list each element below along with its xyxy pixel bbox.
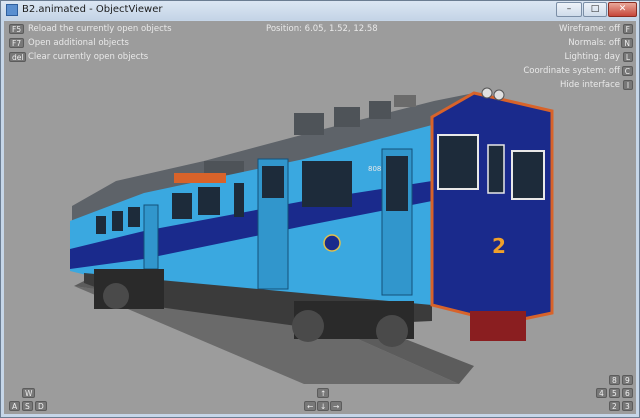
- numpad-2-key[interactable]: 2: [609, 401, 620, 411]
- train-number: 2: [492, 234, 506, 258]
- arrow-right-key[interactable]: →: [330, 401, 343, 411]
- reload-key[interactable]: F5: [9, 24, 25, 34]
- train-window: [112, 211, 123, 231]
- wheel: [103, 283, 129, 309]
- move-forward-key[interactable]: W: [22, 388, 36, 398]
- move-left-key[interactable]: A: [9, 401, 21, 411]
- train-window: [128, 207, 140, 227]
- wireframe-key[interactable]: F: [622, 24, 633, 34]
- wheel: [376, 315, 408, 347]
- train-scene: 2 808: [70, 87, 554, 384]
- move-back-key[interactable]: S: [22, 401, 33, 411]
- maximize-button[interactable]: □: [583, 2, 607, 17]
- train-door-window: [386, 156, 408, 211]
- roof-vent: [204, 161, 244, 175]
- arrow-down-key[interactable]: ↓: [317, 401, 330, 411]
- window-title: B2.animated - ObjectViewer: [22, 4, 163, 15]
- coordinate-system-label: Coordinate system: off: [523, 66, 620, 76]
- train-door: [143, 204, 159, 270]
- train-window: [172, 193, 192, 219]
- clear-objects-key[interactable]: del: [9, 52, 27, 62]
- open-additional-key[interactable]: F7: [9, 38, 25, 48]
- numpad-5-key[interactable]: 5: [609, 388, 620, 398]
- side-accent: [174, 173, 226, 183]
- train-window: [96, 216, 106, 234]
- numpad-9-key[interactable]: 9: [622, 375, 633, 385]
- objectviewer-window: B2.animated - ObjectViewer – □ ✕ 2 808 F…: [0, 0, 640, 418]
- arrow-up-key[interactable]: ↑: [317, 388, 330, 398]
- roof-horn: [394, 95, 416, 107]
- normals-label: Normals: off: [568, 38, 620, 48]
- numpad-4-key[interactable]: 4: [596, 388, 607, 398]
- reload-label: Reload the currently open objects: [28, 24, 172, 34]
- train-window: [198, 187, 220, 215]
- front-windshield: [511, 150, 545, 200]
- move-right-key[interactable]: D: [35, 401, 47, 411]
- wheel: [292, 310, 324, 342]
- wireframe-label: Wireframe: off: [559, 24, 620, 34]
- lighting-label: Lighting: day: [564, 52, 620, 62]
- numpad-6-key[interactable]: 6: [622, 388, 633, 398]
- train-door-window: [262, 166, 284, 198]
- train-side-code: 808: [368, 165, 381, 173]
- 3d-viewport[interactable]: 2 808 F5 Reload the currently open objec…: [4, 21, 636, 414]
- close-button[interactable]: ✕: [608, 2, 637, 17]
- front-door-window: [487, 144, 505, 194]
- arrow-left-key[interactable]: ←: [304, 401, 317, 411]
- hide-interface-key[interactable]: I: [623, 80, 633, 90]
- normals-key[interactable]: N: [621, 38, 633, 48]
- train-front-face: [432, 93, 552, 323]
- front-windshield: [437, 134, 479, 190]
- title-bar[interactable]: B2.animated - ObjectViewer – □ ✕: [1, 1, 639, 20]
- open-additional-label: Open additional objects: [28, 38, 129, 48]
- front-bumper: [470, 311, 526, 341]
- hide-interface-label: Hide interface: [560, 80, 620, 90]
- roof-vent: [369, 101, 391, 119]
- rear-bogie: [94, 269, 164, 309]
- headlight: [481, 87, 493, 99]
- lighting-key[interactable]: L: [622, 52, 633, 62]
- numpad-8-key[interactable]: 8: [609, 375, 620, 385]
- minimize-button[interactable]: –: [556, 2, 582, 17]
- app-icon: [6, 4, 18, 16]
- roof-vent: [334, 107, 360, 127]
- roof-vent: [294, 113, 324, 135]
- numpad-3-key[interactable]: 3: [622, 401, 633, 411]
- clear-objects-label: Clear currently open objects: [28, 52, 149, 62]
- train-window: [302, 161, 352, 207]
- railway-logo: [323, 234, 341, 252]
- headlight: [493, 89, 505, 101]
- coordinate-system-key[interactable]: C: [621, 66, 633, 76]
- train-window: [234, 183, 244, 217]
- camera-position: Position: 6.05, 1.52, 12.58: [266, 24, 378, 34]
